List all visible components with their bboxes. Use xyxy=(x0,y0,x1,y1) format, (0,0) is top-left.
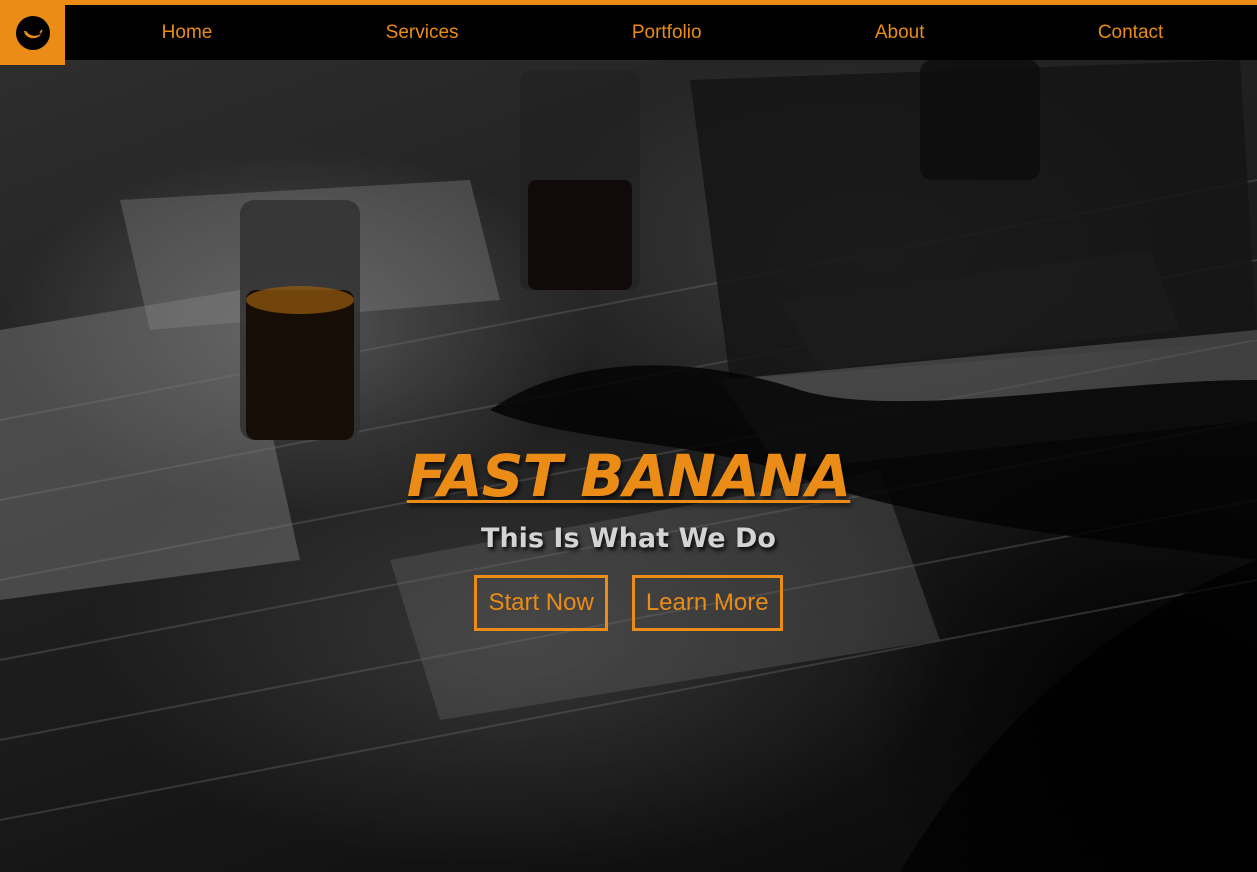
nav-contact[interactable]: Contact xyxy=(1088,16,1173,50)
learn-more-button[interactable]: Learn More xyxy=(631,575,783,631)
hero-dark-overlay xyxy=(0,0,1257,872)
nav-services[interactable]: Services xyxy=(376,16,469,50)
start-now-button[interactable]: Start Now xyxy=(474,575,608,631)
nav-portfolio[interactable]: Portfolio xyxy=(622,16,712,50)
hero-section: FAST BANANA This Is What We Do Start Now… xyxy=(0,442,1257,631)
nav-about[interactable]: About xyxy=(865,16,935,50)
hero-title: FAST BANANA xyxy=(406,442,852,510)
nav-home[interactable]: Home xyxy=(152,16,223,50)
hero-button-group: Start Now Learn More xyxy=(0,575,1257,631)
hero-subtitle: This Is What We Do xyxy=(481,523,776,554)
top-navigation-bar: Home Services Portfolio About Contact xyxy=(0,0,1257,65)
main-nav: Home Services Portfolio About Contact xyxy=(75,5,1250,60)
page: Home Services Portfolio About Contact FA… xyxy=(0,0,1257,872)
banana-icon xyxy=(23,29,43,38)
logo-badge xyxy=(15,15,50,50)
logo[interactable] xyxy=(0,0,65,65)
